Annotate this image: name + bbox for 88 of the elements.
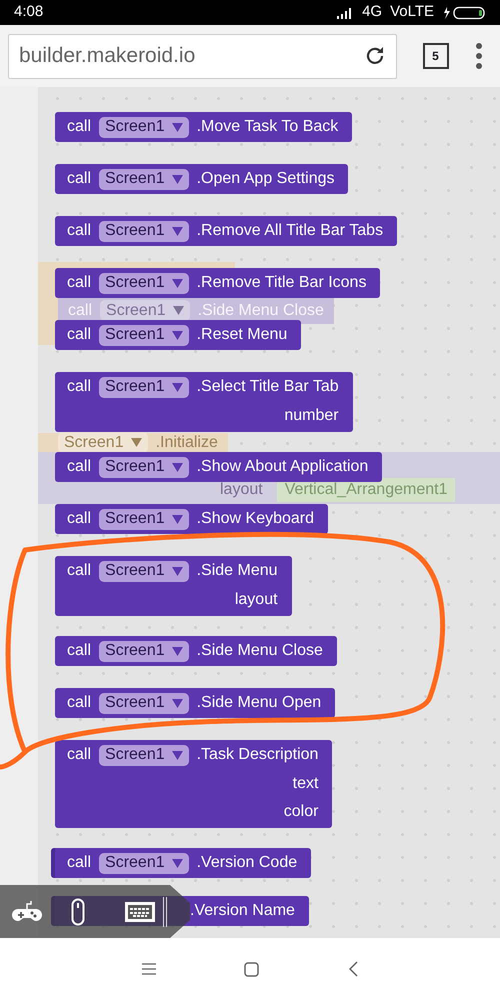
method-name: .Open App Settings (196, 169, 334, 189)
method-name: .Reset Menu (196, 325, 288, 345)
component-dropdown[interactable]: Screen1 (99, 560, 189, 582)
method-name: .Move Task To Back (196, 117, 338, 137)
call-block[interactable]: call Screen1 .Task Description text color (55, 740, 332, 828)
call-block[interactable]: call Screen1 .Open App Settings (55, 164, 348, 194)
parameter-label: layout (234, 590, 278, 610)
method-name: .Show About Application (196, 457, 368, 477)
menu-icon[interactable] (474, 42, 484, 70)
caret-icon (172, 698, 183, 708)
block-keyword: call (67, 561, 92, 581)
caret-icon (172, 646, 183, 656)
home-icon[interactable] (244, 962, 259, 976)
caret-icon (172, 330, 183, 340)
block-keyword: call (67, 457, 92, 477)
method-name: .Initialize (156, 432, 218, 452)
call-block[interactable]: call Screen1 .Show Keyboard (55, 504, 328, 534)
call-block[interactable]: call Screen1 .Side Menu Open (55, 688, 336, 718)
network-type: 4G (362, 2, 382, 22)
block-keyword: call (67, 693, 92, 713)
caret-icon (172, 122, 183, 132)
block-keyword: call (67, 853, 92, 873)
component-dropdown[interactable]: Screen1 (99, 692, 189, 714)
component-dropdown[interactable]: Screen1 (99, 272, 189, 294)
parameter-label: color (284, 802, 318, 822)
caret-icon (172, 174, 183, 184)
component-dropdown[interactable]: Screen1 (99, 116, 189, 138)
gamepad-icon[interactable] (12, 900, 42, 922)
method-name: .Task Description (196, 745, 318, 765)
block-keyword: call (67, 745, 92, 765)
method-name: .Side Menu Close (196, 641, 323, 661)
call-block[interactable]: call Screen1 .Side Menu layout (55, 556, 292, 616)
method-name: .Side Menu (196, 561, 278, 581)
call-block[interactable]: call Screen1 .Version Code (51, 848, 312, 878)
parameter-label: number (284, 406, 339, 426)
parameter-label: text (292, 774, 318, 794)
caret-icon (172, 462, 183, 472)
method-name: .Remove Title Bar Icons (196, 273, 366, 293)
component-dropdown[interactable]: Screen1 (99, 852, 189, 874)
method-name: .Remove All Title Bar Tabs (196, 221, 384, 241)
block-keyword: call (67, 325, 92, 345)
block-keyword: call (67, 377, 92, 397)
method-name: .Show Keyboard (196, 509, 314, 529)
call-block[interactable]: call Screen1 .Show About Application (55, 452, 382, 482)
volte-label: VoLTE (390, 2, 434, 22)
call-block[interactable]: call Screen1 .Select Title Bar Tab number (55, 372, 353, 432)
component-dropdown[interactable]: Screen1 (99, 376, 189, 398)
back-icon[interactable] (349, 961, 358, 977)
battery-icon (442, 6, 486, 20)
caret-icon (172, 226, 183, 236)
caret-icon (172, 382, 183, 392)
block-keyword: call (67, 221, 92, 241)
caret-icon (172, 750, 183, 760)
method-name: .Select Title Bar Tab (196, 377, 339, 397)
block-keyword: call (67, 169, 92, 189)
component-dropdown[interactable]: Screen1 (99, 456, 189, 478)
caret-icon (172, 306, 184, 315)
clock-time: 4:08 (14, 2, 44, 22)
caret-icon (172, 858, 183, 868)
parameter-label: layout (220, 480, 263, 500)
url-field[interactable]: builder.makeroid.io (8, 34, 397, 78)
block-keyword: call (67, 273, 92, 293)
component-dropdown[interactable]: Screen1 (99, 168, 189, 190)
caret-icon (172, 566, 183, 576)
menu-icon[interactable] (142, 963, 156, 975)
component-dropdown[interactable]: Screen1 (99, 508, 189, 530)
caret-icon (172, 514, 183, 524)
call-block[interactable]: call Screen1 .Side Menu Close (55, 636, 337, 666)
method-name: .Side Menu Open (196, 693, 322, 713)
call-block[interactable]: call Screen1 .Reset Menu (55, 320, 302, 350)
block-keyword: call (67, 509, 92, 529)
method-name: .Version Code (196, 853, 298, 873)
call-block[interactable]: call Screen1 .Remove All Title Bar Tabs (55, 216, 398, 246)
mouse-icon[interactable] (71, 898, 85, 926)
method-name: .Version Name (190, 901, 295, 921)
component-dropdown[interactable]: Screen1 (99, 220, 189, 242)
call-block[interactable]: call Screen1 .Remove Title Bar Icons (55, 268, 380, 298)
component-dropdown[interactable]: Screen1 (99, 324, 189, 346)
reload-icon[interactable] (364, 45, 386, 67)
caret-icon (130, 438, 142, 447)
tab-count[interactable]: 5 (422, 43, 448, 69)
component-dropdown[interactable]: Screen1 (99, 744, 189, 766)
call-block[interactable]: call Screen1 .Move Task To Back (55, 112, 352, 142)
keyboard-icon[interactable] (125, 902, 155, 922)
caret-icon (172, 278, 183, 288)
block-keyword: call (67, 641, 92, 661)
block-keyword: call (67, 117, 92, 137)
component-dropdown[interactable]: Screen1 (99, 640, 189, 662)
